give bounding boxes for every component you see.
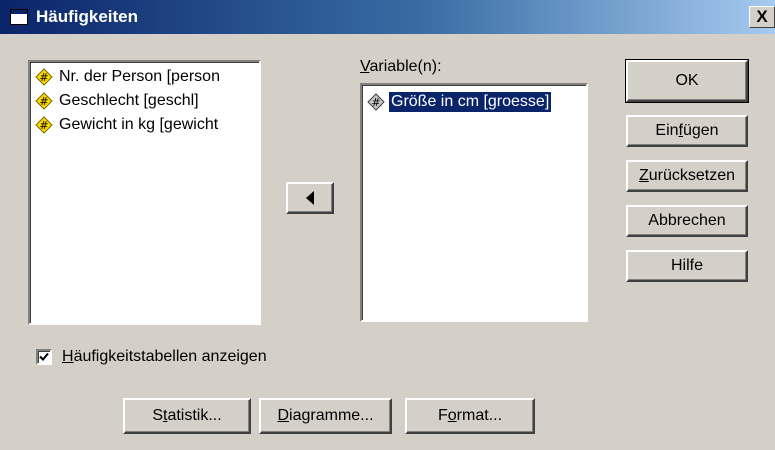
target-variable-list[interactable]: # Größe in cm [groesse]	[360, 83, 588, 322]
paste-button[interactable]: Ein f ügen	[626, 115, 748, 147]
list-item-label: Größe in cm [groesse]	[387, 91, 552, 113]
close-button[interactable]: X	[749, 6, 775, 28]
checkmark-icon	[39, 352, 49, 361]
window-icon	[10, 9, 28, 25]
list-item-label: Gewicht in kg [gewicht	[59, 116, 219, 133]
list-item-label: Nr. der Person [person	[59, 68, 220, 85]
left-arrow-icon	[306, 191, 314, 205]
help-button[interactable]: Hilfe	[626, 250, 748, 282]
format-button[interactable]: Fo rmat...	[405, 398, 535, 434]
list-item[interactable]: # Gewicht in kg [gewicht	[35, 114, 257, 136]
frequency-tables-checkbox[interactable]	[36, 349, 52, 365]
svg-text:#: #	[371, 96, 380, 109]
list-item-label: Geschlecht [geschl]	[59, 92, 199, 109]
svg-text:#: #	[39, 119, 48, 132]
cancel-button[interactable]: Abbrechen	[626, 205, 748, 237]
svg-text:#: #	[39, 71, 48, 84]
frequency-tables-label[interactable]: Häufigkeitstabellen anzeigen	[62, 348, 267, 366]
reset-button[interactable]: Zurücksetzen	[626, 160, 748, 192]
source-variable-list[interactable]: # Nr. der Person [person # Geschlecht [g…	[28, 60, 261, 325]
numeric-variable-icon: #	[35, 68, 53, 86]
list-item[interactable]: # Geschlecht [geschl]	[35, 90, 257, 112]
window-title: Häufigkeiten	[36, 7, 139, 26]
statistics-button[interactable]: St atistik...	[123, 398, 251, 434]
target-list-label: Variable(n):	[360, 58, 442, 75]
transfer-button[interactable]	[286, 182, 334, 214]
numeric-variable-icon: #	[35, 92, 53, 110]
title-bar[interactable]: Häufigkeiten X	[0, 0, 775, 34]
close-icon: X	[756, 7, 768, 26]
svg-text:#: #	[39, 95, 48, 108]
numeric-variable-icon: #	[35, 116, 53, 134]
list-item[interactable]: # Größe in cm [groesse]	[367, 91, 552, 113]
numeric-variable-icon: #	[367, 93, 385, 111]
list-item[interactable]: # Nr. der Person [person	[35, 66, 257, 88]
ok-button[interactable]: OK	[625, 59, 749, 103]
charts-button[interactable]: Diagramme...	[259, 398, 392, 434]
